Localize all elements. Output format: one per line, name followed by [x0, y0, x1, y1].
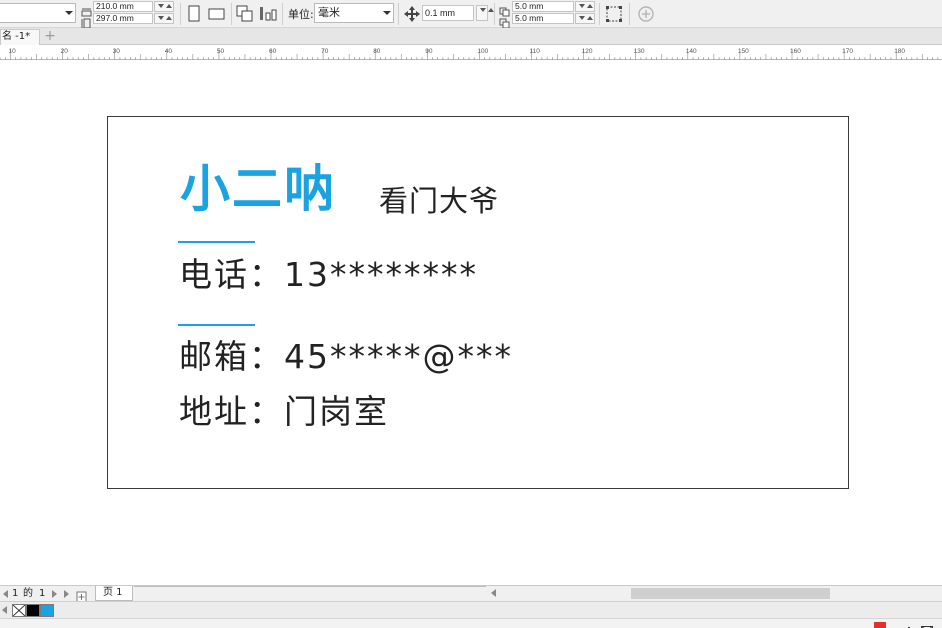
- ruler-label: 20: [61, 48, 69, 55]
- ruler-label: 130: [634, 48, 645, 55]
- page-border-icon[interactable]: [604, 4, 624, 24]
- ruler-label: 80: [373, 48, 381, 55]
- card-name[interactable]: 小二呐: [180, 159, 336, 219]
- ruler-label: 40: [165, 48, 173, 55]
- blue-swatch[interactable]: [40, 604, 54, 617]
- page-tab[interactable]: 页 1: [95, 586, 133, 601]
- card-role[interactable]: 看门大爷: [379, 181, 499, 221]
- total-pages-number: 1: [39, 588, 46, 599]
- first-page-icon[interactable]: [3, 590, 8, 598]
- color-palette: [0, 601, 942, 618]
- status-bar: [0, 618, 942, 628]
- drawing-canvas[interactable]: 小二呐 看门大爷 电话：13******** 邮箱：45*****@*** 地址…: [0, 60, 942, 585]
- black-swatch[interactable]: [26, 604, 40, 617]
- outline-indicator-icon: [903, 620, 915, 628]
- duplicate-x-icon: [499, 2, 511, 17]
- portrait-icon[interactable]: [184, 4, 204, 24]
- units-value: 毫米: [318, 6, 340, 19]
- ruler-label: 10: [9, 48, 17, 55]
- page-width-stepper[interactable]: [154, 1, 174, 12]
- ruler-label: 170: [842, 48, 853, 55]
- page-tab-strip: [134, 586, 486, 601]
- last-page-icon[interactable]: [64, 590, 69, 598]
- palette-scroll-left-icon[interactable]: [2, 606, 7, 614]
- page-width-icon: [81, 2, 92, 17]
- document-tab-bar: 名 -1* +: [0, 28, 942, 45]
- toolbar-separator: [180, 3, 181, 25]
- toolbar-separator: [599, 3, 600, 25]
- duplicate-y-stepper[interactable]: [575, 13, 595, 24]
- scrollbar-thumb[interactable]: [631, 588, 830, 599]
- duplicate-y-field[interactable]: 5.0 mm: [512, 13, 574, 24]
- nudge-stepper[interactable]: [476, 5, 494, 21]
- page-height-stepper[interactable]: [154, 13, 174, 24]
- paper-size-dropdown[interactable]: [0, 3, 76, 23]
- duplicate-x-field[interactable]: 5.0 mm: [512, 1, 574, 12]
- toolbar-separator: [282, 3, 283, 25]
- ruler-label: 140: [686, 48, 697, 55]
- add-page-icon[interactable]: [76, 588, 88, 603]
- toolbar-separator: [398, 3, 399, 25]
- ruler-label: 160: [790, 48, 801, 55]
- ruler-scale: 10 20 30 40 50 60 70 80 90 100 110 120 130 140 150 160 1…: [0, 48, 939, 60]
- no-fill-swatch[interactable]: [12, 604, 26, 617]
- page-of-label: 的: [23, 588, 33, 599]
- units-dropdown[interactable]: 毫米: [314, 3, 394, 23]
- units-label: 单位:: [288, 8, 314, 21]
- chevron-down-icon: [65, 11, 73, 15]
- horizontal-ruler[interactable]: 10 20 30 40 50 60 70 80 90 100 110 120 130 140 150 160 1…: [0, 45, 942, 60]
- chevron-down-icon: [383, 11, 391, 15]
- all-pages-icon[interactable]: [235, 4, 255, 24]
- outline-none-icon: [920, 620, 934, 628]
- address-line[interactable]: 地址：门岗室: [179, 390, 389, 434]
- page-height-icon: [81, 14, 92, 29]
- ruler-label: 150: [738, 48, 749, 55]
- toolbar-separator: [231, 3, 232, 25]
- page-height-field[interactable]: 297.0 mm: [93, 13, 153, 24]
- page-navigator: 1 的 1 页 1: [0, 585, 942, 603]
- duplicate-y-icon: [499, 14, 511, 29]
- page-width-field[interactable]: 210.0 mm: [93, 1, 153, 12]
- ruler-label: 50: [217, 48, 225, 55]
- landscape-icon[interactable]: [207, 4, 227, 24]
- current-page-number: 1: [12, 588, 19, 599]
- ruler-label: 30: [113, 48, 121, 55]
- ruler-label: 180: [894, 48, 905, 55]
- add-circle-icon[interactable]: [636, 4, 656, 24]
- toolbar-separator: [629, 3, 630, 25]
- scroll-left-icon[interactable]: [491, 589, 496, 597]
- fill-indicator-icon: [874, 622, 886, 628]
- property-bar: 210.0 mm 297.0 mm 单位: 毫米 0.1 mm 5.0 mm 5…: [0, 0, 942, 29]
- toolbar-separator: [494, 3, 495, 25]
- ruler-label: 90: [425, 48, 433, 55]
- document-tab[interactable]: 名 -1*: [0, 29, 40, 45]
- ruler-label: 100: [477, 48, 488, 55]
- accent-line[interactable]: [178, 324, 255, 326]
- add-tab-button[interactable]: +: [42, 29, 58, 44]
- ruler-label: 70: [321, 48, 329, 55]
- email-line[interactable]: 邮箱：45*****@***: [179, 335, 513, 379]
- nudge-distance-field[interactable]: 0.1 mm: [422, 5, 474, 21]
- business-card[interactable]: 小二呐 看门大爷 电话：13******** 邮箱：45*****@*** 地址…: [107, 116, 849, 489]
- nudge-icon: [402, 4, 422, 24]
- duplicate-x-stepper[interactable]: [575, 1, 595, 12]
- current-page-icon[interactable]: [258, 4, 278, 24]
- accent-line[interactable]: [178, 241, 255, 243]
- phone-line[interactable]: 电话：13********: [179, 253, 478, 297]
- next-page-icon[interactable]: [52, 590, 57, 598]
- ruler-label: 110: [530, 48, 541, 55]
- ruler-label: 120: [582, 48, 593, 55]
- ruler-label: 60: [269, 48, 277, 55]
